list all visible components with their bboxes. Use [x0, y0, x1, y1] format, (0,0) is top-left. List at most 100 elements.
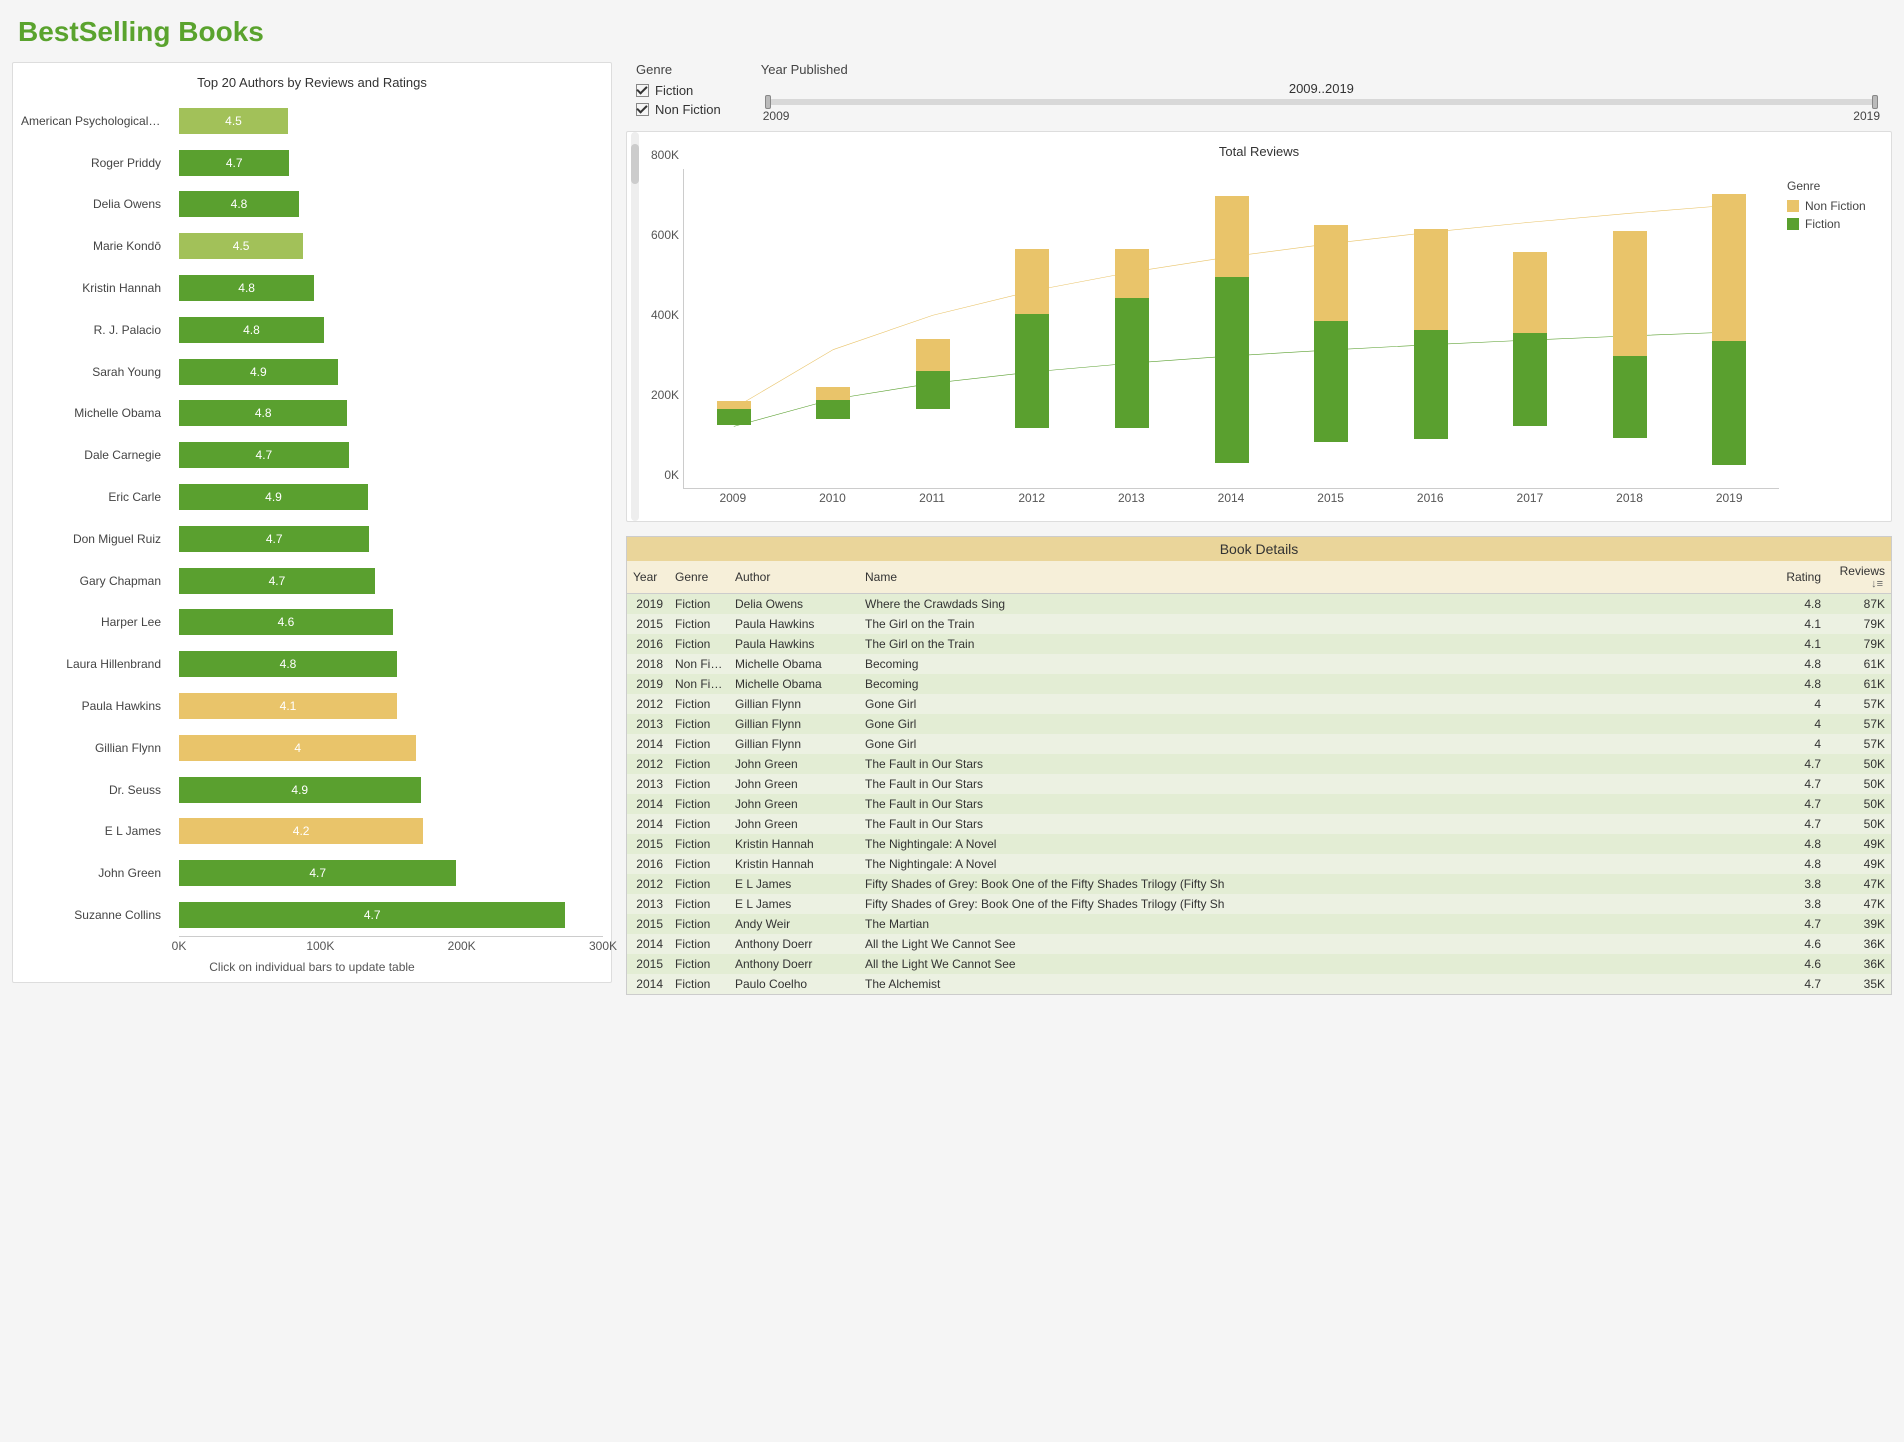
author-bar[interactable]: Sarah Young4.9 [179, 351, 593, 393]
author-bar[interactable]: Gillian Flynn4 [179, 727, 593, 769]
year-column[interactable] [717, 401, 751, 488]
author-bar-fill[interactable]: 4.8 [179, 191, 299, 217]
author-bar-fill[interactable]: 4.7 [179, 442, 349, 468]
segment-nonfiction[interactable] [717, 401, 751, 409]
author-bar-fill[interactable]: 4.7 [179, 568, 375, 594]
author-bar-fill[interactable]: 4.7 [179, 902, 565, 928]
table-row[interactable]: 2015FictionKristin HannahThe Nightingale… [627, 834, 1891, 854]
author-bar-fill[interactable]: 4.7 [179, 150, 289, 176]
segment-fiction[interactable] [1314, 321, 1348, 442]
year-column[interactable] [1513, 252, 1547, 488]
year-column[interactable] [1613, 231, 1647, 488]
author-bar[interactable]: Gary Chapman4.7 [179, 560, 593, 602]
author-bar[interactable]: Laura Hillenbrand4.8 [179, 643, 593, 685]
author-bar[interactable]: Dale Carnegie4.7 [179, 434, 593, 476]
author-bar[interactable]: Suzanne Collins4.7 [179, 894, 593, 936]
year-slider-handle-max[interactable] [1872, 95, 1878, 109]
genre-option-nonfiction[interactable]: Non Fiction [636, 102, 721, 117]
segment-nonfiction[interactable] [1215, 196, 1249, 277]
table-row[interactable]: 2019Non FictionMichelle ObamaBecoming4.8… [627, 674, 1891, 694]
segment-nonfiction[interactable] [916, 339, 950, 370]
segment-fiction[interactable] [717, 409, 751, 425]
chart-scrollbar[interactable] [631, 132, 639, 521]
author-bar-fill[interactable]: 4.8 [179, 317, 324, 343]
segment-nonfiction[interactable] [1712, 194, 1746, 341]
author-bar[interactable]: R. J. Palacio4.8 [179, 309, 593, 351]
author-bar-fill[interactable]: 4.1 [179, 693, 397, 719]
author-bar-fill[interactable]: 4.9 [179, 359, 338, 385]
col-author[interactable]: Author [729, 561, 859, 594]
segment-fiction[interactable] [1513, 333, 1547, 427]
table-row[interactable]: 2013FictionJohn GreenThe Fault in Our St… [627, 774, 1891, 794]
segment-nonfiction[interactable] [1015, 249, 1049, 314]
author-bar-fill[interactable]: 4.9 [179, 484, 368, 510]
author-bar-fill[interactable]: 4.6 [179, 609, 393, 635]
year-column[interactable] [1414, 229, 1448, 488]
author-bar[interactable]: Kristin Hannah4.8 [179, 267, 593, 309]
author-bar[interactable]: Eric Carle4.9 [179, 476, 593, 518]
author-bar[interactable]: Harper Lee4.6 [179, 602, 593, 644]
table-row[interactable]: 2012FictionGillian FlynnGone Girl457K [627, 694, 1891, 714]
year-column[interactable] [1314, 225, 1348, 488]
table-row[interactable]: 2016FictionPaula HawkinsThe Girl on the … [627, 634, 1891, 654]
author-bar[interactable]: Delia Owens4.8 [179, 184, 593, 226]
table-row[interactable]: 2014FictionPaulo CoelhoThe Alchemist4.73… [627, 974, 1891, 994]
table-row[interactable]: 2018Non FictionMichelle ObamaBecoming4.8… [627, 654, 1891, 674]
table-row[interactable]: 2014FictionAnthony DoerrAll the Light We… [627, 934, 1891, 954]
year-slider[interactable]: 2009..2019 2009 2019 [761, 83, 1882, 115]
author-bar-fill[interactable]: 4.7 [179, 860, 456, 886]
author-bar[interactable]: John Green4.7 [179, 852, 593, 894]
legend-item-nonfiction[interactable]: Non Fiction [1787, 199, 1879, 213]
table-row[interactable]: 2013FictionGillian FlynnGone Girl457K [627, 714, 1891, 734]
year-column[interactable] [1215, 196, 1249, 488]
author-bar[interactable]: Roger Priddy4.7 [179, 142, 593, 184]
author-bar[interactable]: Don Miguel Ruiz4.7 [179, 518, 593, 560]
author-bar-fill[interactable]: 4.9 [179, 777, 421, 803]
year-column[interactable] [1712, 194, 1746, 488]
author-bar-fill[interactable]: 4.8 [179, 275, 314, 301]
year-column[interactable] [1015, 249, 1049, 488]
year-column[interactable] [816, 387, 850, 489]
author-bar[interactable]: Michelle Obama4.8 [179, 393, 593, 435]
table-row[interactable]: 2013FictionE L JamesFifty Shades of Grey… [627, 894, 1891, 914]
segment-nonfiction[interactable] [1513, 252, 1547, 332]
segment-fiction[interactable] [1613, 356, 1647, 438]
table-row[interactable]: 2014FictionJohn GreenThe Fault in Our St… [627, 794, 1891, 814]
legend-item-fiction[interactable]: Fiction [1787, 217, 1879, 231]
table-row[interactable]: 2015FictionAnthony DoerrAll the Light We… [627, 954, 1891, 974]
segment-nonfiction[interactable] [816, 387, 850, 400]
segment-fiction[interactable] [816, 400, 850, 419]
segment-fiction[interactable] [1115, 298, 1149, 429]
table-row[interactable]: 2012FictionJohn GreenThe Fault in Our St… [627, 754, 1891, 774]
col-genre[interactable]: Genre [669, 561, 729, 594]
table-row[interactable]: 2015FictionPaula HawkinsThe Girl on the … [627, 614, 1891, 634]
col-rating[interactable]: Rating [1775, 561, 1827, 594]
table-row[interactable]: 2012FictionE L JamesFifty Shades of Grey… [627, 874, 1891, 894]
author-bar[interactable]: Dr. Seuss4.9 [179, 769, 593, 811]
author-bar-fill[interactable]: 4 [179, 735, 416, 761]
segment-nonfiction[interactable] [1314, 225, 1348, 321]
table-row[interactable]: 2016FictionKristin HannahThe Nightingale… [627, 854, 1891, 874]
table-row[interactable]: 2014FictionJohn GreenThe Fault in Our St… [627, 814, 1891, 834]
genre-option-fiction[interactable]: Fiction [636, 83, 721, 98]
segment-fiction[interactable] [1215, 277, 1249, 463]
col-reviews[interactable]: Reviews ↓≡ [1827, 561, 1891, 594]
segment-fiction[interactable] [1015, 314, 1049, 428]
year-column[interactable] [916, 339, 950, 488]
author-bar[interactable]: American Psychological As..4.5 [179, 100, 593, 142]
year-slider-handle-min[interactable] [765, 95, 771, 109]
table-row[interactable]: 2019FictionDelia OwensWhere the Crawdads… [627, 594, 1891, 615]
segment-fiction[interactable] [1414, 330, 1448, 439]
table-row[interactable]: 2014FictionGillian FlynnGone Girl457K [627, 734, 1891, 754]
segment-nonfiction[interactable] [1414, 229, 1448, 331]
segment-fiction[interactable] [1712, 341, 1746, 464]
author-bar[interactable]: E L James4.2 [179, 811, 593, 853]
author-bar-fill[interactable]: 4.2 [179, 818, 423, 844]
author-bar-fill[interactable]: 4.8 [179, 651, 397, 677]
year-column[interactable] [1115, 249, 1149, 488]
segment-nonfiction[interactable] [1613, 231, 1647, 357]
segment-fiction[interactable] [916, 371, 950, 409]
author-bar-fill[interactable]: 4.7 [179, 526, 369, 552]
author-bar[interactable]: Marie Kondō4.5 [179, 225, 593, 267]
col-name[interactable]: Name [859, 561, 1775, 594]
